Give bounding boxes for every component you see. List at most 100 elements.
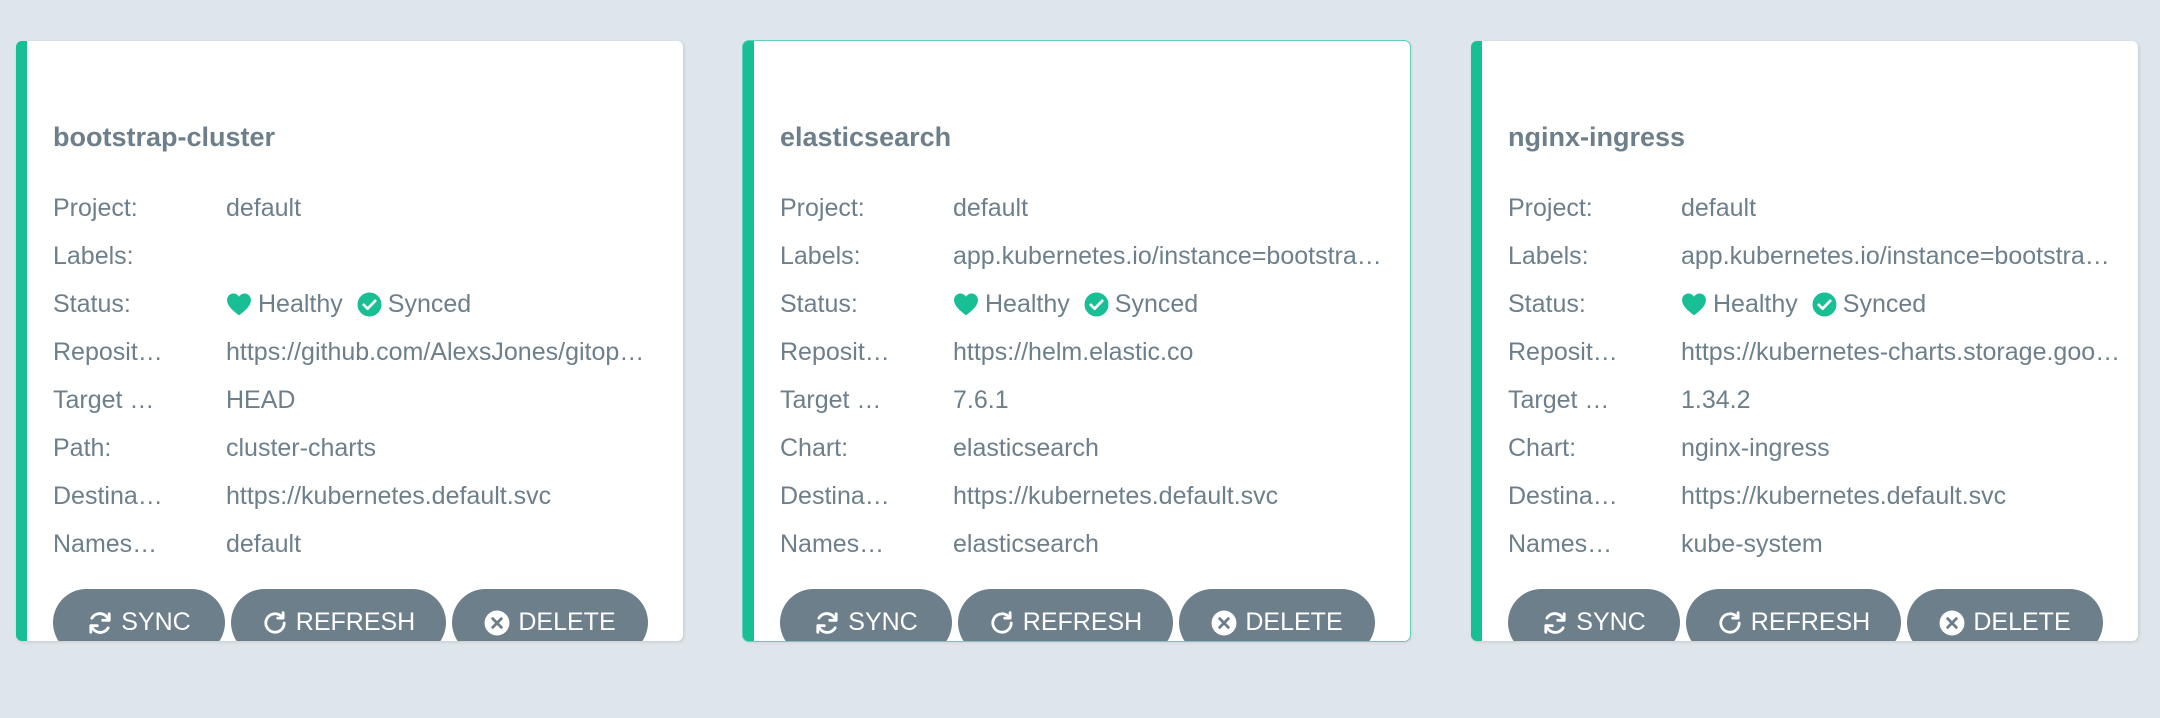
x-circle-icon <box>1211 610 1237 635</box>
destination-row: Destina… https://kubernetes.default.svc <box>780 472 1400 520</box>
target-revision-label: Target … <box>780 385 882 414</box>
app-title[interactable]: elasticsearch <box>780 121 951 153</box>
app-details: Project: default Labels: Status: Healthy… <box>53 184 673 568</box>
labels-label: Labels: <box>780 241 861 270</box>
labels-value: app.kubernetes.io/instance=bootstra… <box>953 241 1382 270</box>
refresh-button-label: REFRESH <box>295 608 416 636</box>
namespace-row: Names… kube-system <box>1508 520 2128 568</box>
x-circle-icon <box>484 610 510 635</box>
repository-label: Reposit… <box>780 337 890 366</box>
refresh-arrow-icon <box>1719 610 1741 634</box>
sync-button-label: SYNC <box>848 608 918 636</box>
x-circle-icon <box>1939 610 1965 635</box>
check-circle-icon <box>1812 292 1837 316</box>
namespace-row: Names… elasticsearch <box>780 520 1400 568</box>
destination-label: Destina… <box>780 481 890 510</box>
project-label: Project: <box>780 193 865 222</box>
repository-value: https://kubernetes-charts.storage.goo… <box>1681 337 2121 366</box>
destination-label: Destina… <box>53 481 163 510</box>
status-label: Status: <box>53 289 131 318</box>
app-actions: SYNC REFRESH DELETE <box>1508 589 2103 641</box>
heart-icon <box>954 293 978 316</box>
sync-status-text: Synced <box>1114 289 1199 318</box>
labels-row: Labels: app.kubernetes.io/instance=boots… <box>1508 232 2128 280</box>
namespace-value: kube-system <box>1681 529 1823 558</box>
delete-button[interactable]: DELETE <box>1179 589 1375 641</box>
repository-row: Reposit… https://github.com/AlexsJones/g… <box>53 328 673 376</box>
app-actions: SYNC REFRESH DELETE <box>780 589 1375 641</box>
heart-icon <box>227 293 251 316</box>
destination-row: Destina… https://kubernetes.default.svc <box>1508 472 2128 520</box>
project-label: Project: <box>1508 193 1593 222</box>
health-status-text: Healthy <box>1713 289 1798 318</box>
delete-button-label: DELETE <box>1973 608 2071 636</box>
status-row: Status: Healthy Synced <box>53 280 673 328</box>
app-title[interactable]: nginx-ingress <box>1508 121 1685 153</box>
delete-button[interactable]: DELETE <box>452 589 648 641</box>
refresh-button[interactable]: REFRESH <box>1686 589 1901 641</box>
project-value: default <box>226 193 302 222</box>
refresh-button[interactable]: REFRESH <box>958 589 1173 641</box>
chart-value: nginx-ingress <box>1681 433 1830 462</box>
app-details: Project: default Labels: app.kubernetes.… <box>1508 184 2128 568</box>
sync-button[interactable]: SYNC <box>780 589 952 641</box>
status-row: Status: Healthy Synced <box>1508 280 2128 328</box>
refresh-arrow-icon <box>991 610 1013 634</box>
project-label: Project: <box>53 193 138 222</box>
repository-row: Reposit… https://helm.elastic.co <box>780 328 1400 376</box>
chart-label: Chart: <box>1508 433 1577 462</box>
namespace-row: Names… default <box>53 520 673 568</box>
status-value: Healthy Synced <box>1681 290 2128 319</box>
labels-label: Labels: <box>1508 241 1589 270</box>
chart-row: Chart: elasticsearch <box>780 424 1400 472</box>
refresh-button-label: REFRESH <box>1750 608 1871 636</box>
sync-button[interactable]: SYNC <box>53 589 225 641</box>
project-row: Project: default <box>780 184 1400 232</box>
namespace-label: Names… <box>780 529 885 558</box>
sync-arrows-icon <box>89 611 111 634</box>
target-revision-row: Target … 7.6.1 <box>780 376 1400 424</box>
target-revision-label: Target … <box>53 385 155 414</box>
heart-icon <box>1682 293 1706 316</box>
repository-row: Reposit… https://kubernetes-charts.stora… <box>1508 328 2128 376</box>
chart-value: elasticsearch <box>953 433 1099 462</box>
repository-label: Reposit… <box>53 337 163 366</box>
delete-button-label: DELETE <box>518 608 616 636</box>
status-label: Status: <box>780 289 858 318</box>
namespace-label: Names… <box>1508 529 1613 558</box>
namespace-value: elasticsearch <box>953 529 1099 558</box>
delete-button[interactable]: DELETE <box>1907 589 2103 641</box>
sync-arrows-icon <box>816 611 838 634</box>
sync-button-label: SYNC <box>121 608 191 636</box>
repository-value: https://helm.elastic.co <box>953 337 1194 366</box>
target-revision-row: Target … 1.34.2 <box>1508 376 2128 424</box>
namespace-label: Names… <box>53 529 158 558</box>
sync-arrows-icon <box>1544 611 1566 634</box>
chart-row: Chart: nginx-ingress <box>1508 424 2128 472</box>
status-label: Status: <box>1508 289 1586 318</box>
labels-row: Labels: <box>53 232 673 280</box>
refresh-button[interactable]: REFRESH <box>231 589 446 641</box>
target-revision-value: 1.34.2 <box>1681 385 1751 414</box>
app-actions: SYNC REFRESH DELETE <box>53 589 648 641</box>
project-value: default <box>953 193 1029 222</box>
health-status-text: Healthy <box>985 289 1070 318</box>
labels-row: Labels: app.kubernetes.io/instance=boots… <box>780 232 1400 280</box>
destination-value: https://kubernetes.default.svc <box>1681 481 2007 510</box>
sync-button[interactable]: SYNC <box>1508 589 1680 641</box>
check-circle-icon <box>357 292 382 316</box>
path-value: cluster-charts <box>226 433 377 462</box>
app-title[interactable]: bootstrap-cluster <box>53 121 275 153</box>
target-revision-value: 7.6.1 <box>953 385 1009 414</box>
app-card-bootstrap-cluster[interactable]: bootstrap-cluster Project: default Label… <box>16 41 683 641</box>
project-row: Project: default <box>53 184 673 232</box>
destination-row: Destina… https://kubernetes.default.svc <box>53 472 673 520</box>
namespace-value: default <box>226 529 302 558</box>
refresh-arrow-icon <box>264 610 286 634</box>
status-value: Healthy Synced <box>226 290 673 319</box>
chart-label: Chart: <box>780 433 849 462</box>
app-card-nginx-ingress[interactable]: nginx-ingress Project: default Labels: a… <box>1471 41 2138 641</box>
destination-value: https://kubernetes.default.svc <box>953 481 1279 510</box>
sync-button-label: SYNC <box>1576 608 1646 636</box>
app-card-elasticsearch[interactable]: elasticsearch Project: default Labels: a… <box>743 41 1410 641</box>
